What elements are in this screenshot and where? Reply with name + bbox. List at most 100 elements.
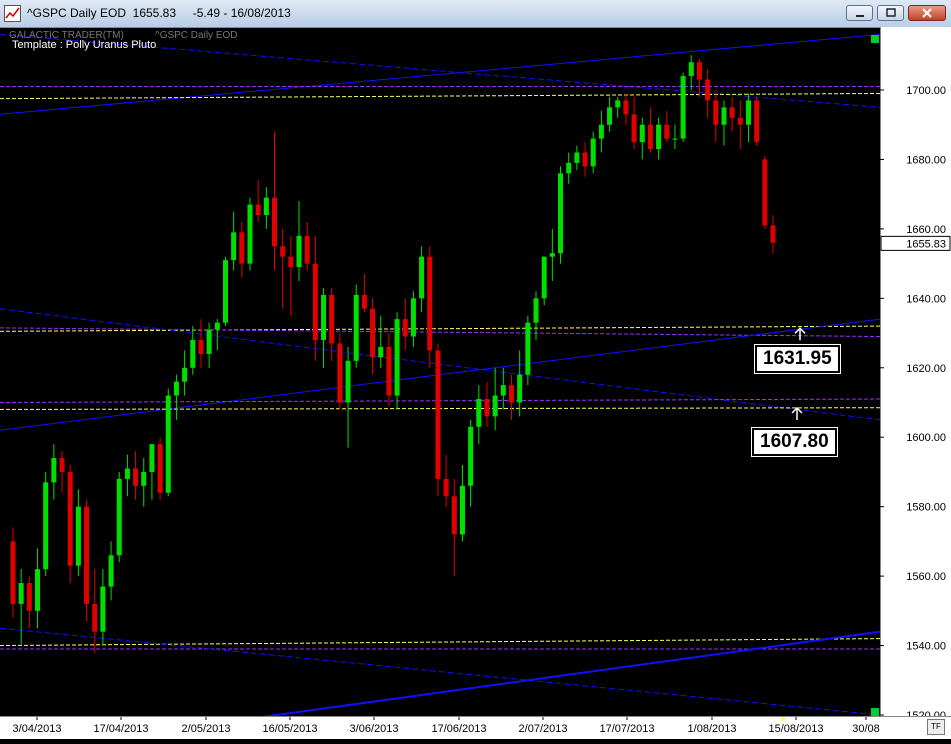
candle-body: [500, 385, 506, 396]
level-label-1631: 1631.95: [754, 344, 841, 374]
candle-body: [525, 322, 531, 375]
candle-body: [124, 468, 130, 479]
minimize-button[interactable]: [846, 5, 873, 21]
candle-body: [533, 298, 539, 323]
candle-body: [582, 152, 588, 167]
candle-body: [574, 152, 580, 163]
x-tick-label: 15/08/2013: [768, 723, 823, 735]
candle-body: [92, 603, 98, 632]
y-tick-label: 1620.00: [906, 363, 946, 375]
candle-body: [598, 124, 604, 139]
restore-icon: [886, 8, 896, 17]
candle-body: [607, 107, 613, 125]
candle-body: [288, 256, 294, 268]
candle-body: [541, 256, 547, 299]
candle-body: [566, 162, 572, 174]
candle-body: [370, 308, 376, 358]
last-price-label: 1655.83: [906, 238, 946, 250]
candle-body: [664, 124, 670, 139]
candle-body: [263, 197, 269, 215]
candle-body: [631, 114, 637, 143]
candle-body: [476, 399, 482, 427]
candle-body: [410, 298, 416, 337]
candle-body: [100, 586, 106, 632]
candle-body: [255, 204, 261, 215]
candle-body: [361, 294, 367, 309]
candle-body: [623, 100, 629, 115]
candle-body: [590, 138, 596, 167]
candle-body: [59, 458, 65, 472]
y-tick-label: 1600.00: [906, 432, 946, 444]
x-tick-label: 2/05/2013: [182, 723, 231, 735]
x-tick-label: 3/06/2013: [350, 723, 399, 735]
candle-body: [35, 569, 41, 611]
chart-window: ^GSPC Daily EOD 1655.83 -5.49 - 16/08/20…: [0, 0, 951, 739]
candle-body: [116, 478, 122, 556]
x-tick-label: 30/08: [852, 723, 880, 735]
x-tick-label: 17/07/2013: [599, 723, 654, 735]
app-chart-icon: [4, 5, 21, 22]
candle-body: [680, 76, 686, 139]
candle-body: [639, 124, 645, 143]
y-tick-label: 1640.00: [906, 293, 946, 305]
candle-body: [10, 541, 16, 604]
candle-body: [558, 173, 564, 254]
candle-body: [517, 374, 523, 403]
candle-body: [672, 138, 678, 140]
trend-line: [0, 638, 880, 647]
candle-body: [353, 294, 359, 361]
candle-body: [378, 346, 384, 358]
candle-body: [18, 583, 24, 604]
candle-body: [508, 385, 514, 403]
y-tick-label: 1560.00: [906, 571, 946, 583]
candle-body: [394, 319, 400, 396]
candle-body: [133, 468, 139, 486]
x-tick-label: 3/04/2013: [13, 723, 62, 735]
candle-body: [239, 232, 245, 264]
trend-line: [0, 627, 880, 716]
candle-body: [386, 346, 392, 396]
candle-body: [713, 100, 719, 125]
y-tick-label: 1660.00: [906, 224, 946, 236]
candle-body: [419, 256, 425, 299]
minimize-icon: [856, 15, 864, 17]
candle-body: [696, 62, 702, 80]
series-label: ^GSPC Daily EOD: [155, 30, 238, 41]
candle-body: [51, 458, 57, 483]
candle-body: [296, 235, 302, 268]
candle-body: [165, 395, 171, 493]
candle-body: [190, 340, 196, 368]
corner-marker-bottom[interactable]: [871, 708, 879, 716]
x-tick-label: 17/06/2013: [431, 723, 486, 735]
price-axis[interactable]: 1700.00 1680.00 1660.00 1640.00 1620.00 1600.…: [880, 27, 951, 722]
title-bar[interactable]: ^GSPC Daily EOD 1655.83 -5.49 - 16/08/20…: [0, 0, 951, 28]
x-tick-label: 16/05/2013: [262, 723, 317, 735]
candle-body: [206, 329, 212, 354]
price-chart[interactable]: [0, 27, 880, 717]
candle-body: [345, 360, 351, 403]
x-tick-label: 1/08/2013: [688, 723, 737, 735]
candle-body: [43, 482, 49, 570]
candle-body: [321, 294, 327, 340]
candle-body: [329, 294, 335, 344]
candle-body: [141, 471, 147, 486]
candle-body: [157, 444, 163, 493]
candle-body: [721, 107, 727, 125]
tf-button[interactable]: TF: [927, 719, 945, 735]
level-label-1607: 1607.80: [751, 427, 838, 457]
candle-body: [222, 260, 228, 323]
y-tick-label: 1700.00: [906, 85, 946, 97]
candle-body: [615, 100, 621, 108]
corner-marker-top[interactable]: [871, 35, 879, 43]
x-tick-label: 17/04/2013: [93, 723, 148, 735]
candle-body: [108, 555, 114, 587]
candle-body: [770, 225, 776, 243]
close-button[interactable]: [908, 5, 946, 21]
candle-body: [451, 496, 457, 535]
candle-body: [549, 253, 555, 257]
date-axis[interactable]: 3/04/2013 17/04/2013 2/05/2013 16/05/2013 3/…: [0, 716, 951, 739]
candle-body: [149, 444, 155, 472]
template-label: Template : Polly Uranus Pluto: [12, 39, 157, 51]
candle-body: [459, 485, 465, 535]
maximize-button[interactable]: [877, 5, 904, 21]
